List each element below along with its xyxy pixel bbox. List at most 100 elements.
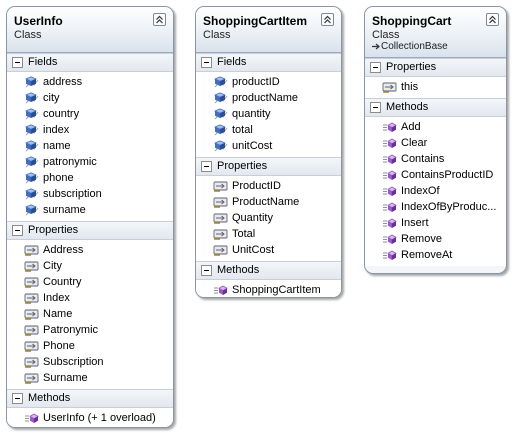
field-icon <box>213 92 229 105</box>
class-box-shoppingcartitem[interactable]: ShoppingCartItem Class Fields productID pr… <box>195 6 342 298</box>
method-name: IndexOf <box>401 185 440 197</box>
collapse-button[interactable] <box>153 13 166 26</box>
field-item[interactable]: country <box>7 106 173 122</box>
methods-section-header[interactable]: Methods <box>365 98 506 117</box>
field-item[interactable]: productID <box>196 74 341 90</box>
method-name: Insert <box>401 217 429 229</box>
property-item[interactable]: Address <box>7 242 173 258</box>
field-item[interactable]: quantity <box>196 106 341 122</box>
field-item[interactable]: phone <box>7 170 173 186</box>
property-item[interactable]: UnitCost <box>196 242 341 258</box>
class-kind: Class <box>372 29 400 41</box>
field-icon <box>213 140 229 153</box>
class-box-userinfo[interactable]: UserInfo Class Fields address city country i… <box>6 6 174 428</box>
fields-list: productID productName quantity total unitCos… <box>196 72 341 157</box>
method-item[interactable]: Add <box>365 119 506 135</box>
properties-list: this <box>365 77 506 98</box>
collapse-minus-icon[interactable] <box>12 57 23 68</box>
method-name: UserInfo (+ 1 overload) <box>43 412 156 424</box>
property-item[interactable]: Surname <box>7 370 173 386</box>
property-icon <box>213 180 229 193</box>
collapse-minus-icon[interactable] <box>201 57 212 68</box>
methods-section-label: Methods <box>217 264 260 276</box>
property-item[interactable]: this <box>365 79 506 95</box>
field-icon <box>213 124 229 137</box>
field-item[interactable]: patronymic <box>7 154 173 170</box>
property-item[interactable]: Quantity <box>196 210 341 226</box>
property-item[interactable]: ProductName <box>196 194 341 210</box>
method-item[interactable]: Contains <box>365 151 506 167</box>
field-icon <box>24 124 40 137</box>
method-name: ContainsProductID <box>401 169 494 181</box>
class-kind: Class <box>203 29 231 41</box>
method-item[interactable]: UserInfo (+ 1 overload) <box>7 410 173 426</box>
field-item[interactable]: city <box>7 90 173 106</box>
class-header[interactable]: ShoppingCart Class CollectionBase <box>365 7 506 58</box>
field-item[interactable]: productName <box>196 90 341 106</box>
field-name: index <box>43 124 70 136</box>
properties-section-header[interactable]: Properties <box>196 157 341 176</box>
collapse-minus-icon[interactable] <box>12 225 23 236</box>
property-item[interactable]: Total <box>196 226 341 242</box>
method-item[interactable]: Remove <box>365 231 506 247</box>
collapse-minus-icon[interactable] <box>201 265 212 276</box>
class-header[interactable]: ShoppingCartItem Class <box>196 7 341 53</box>
class-box-shoppingcart[interactable]: ShoppingCart Class CollectionBase Proper… <box>364 6 507 274</box>
field-name: productName <box>232 92 299 104</box>
property-name: Index <box>43 292 70 304</box>
property-item[interactable]: Name <box>7 306 173 322</box>
collapse-minus-icon[interactable] <box>201 161 212 172</box>
method-icon <box>213 284 229 297</box>
property-item[interactable]: ProductID <box>196 178 341 194</box>
method-item[interactable]: IndexOfByProduc... <box>365 199 506 215</box>
methods-section: Methods Add Clear Contains ContainsProductID… <box>365 98 506 266</box>
field-name: quantity <box>232 108 271 120</box>
field-name: phone <box>43 172 74 184</box>
field-item[interactable]: name <box>7 138 173 154</box>
fields-section-header[interactable]: Fields <box>7 53 173 72</box>
method-name: Clear <box>401 137 428 149</box>
field-item[interactable]: index <box>7 122 173 138</box>
field-icon <box>24 156 40 169</box>
property-item[interactable]: Phone <box>7 338 173 354</box>
class-header[interactable]: UserInfo Class <box>7 7 173 53</box>
collapse-button[interactable] <box>321 13 334 26</box>
class-name: UserInfo <box>14 14 63 28</box>
property-name: Name <box>43 308 73 320</box>
property-icon <box>24 292 40 305</box>
method-item[interactable]: IndexOf <box>365 183 506 199</box>
property-name: Address <box>43 244 84 256</box>
property-item[interactable]: Country <box>7 274 173 290</box>
properties-section-header[interactable]: Properties <box>7 221 173 240</box>
methods-section-header[interactable]: Methods <box>196 261 341 280</box>
method-item[interactable]: RemoveAt <box>365 247 506 263</box>
field-icon <box>213 108 229 121</box>
property-name: Total <box>232 228 256 240</box>
field-item[interactable]: address <box>7 74 173 90</box>
property-item[interactable]: City <box>7 258 173 274</box>
method-item[interactable]: ShoppingCartItem <box>196 282 341 297</box>
fields-section-header[interactable]: Fields <box>196 53 341 72</box>
property-item[interactable]: Index <box>7 290 173 306</box>
collapse-button[interactable] <box>486 13 499 26</box>
method-icon <box>382 137 398 150</box>
method-item[interactable]: Clear <box>365 135 506 151</box>
collapse-minus-icon[interactable] <box>370 102 381 113</box>
method-item[interactable]: ContainsProductID <box>365 167 506 183</box>
property-item[interactable]: Subscription <box>7 354 173 370</box>
methods-section-header[interactable]: Methods <box>7 389 173 408</box>
collapse-minus-icon[interactable] <box>12 393 23 404</box>
method-icon <box>382 249 398 262</box>
collapse-chevron-icon <box>324 15 331 24</box>
field-item[interactable]: surname <box>7 202 173 218</box>
collapse-minus-icon[interactable] <box>370 62 381 73</box>
field-item[interactable]: total <box>196 122 341 138</box>
method-name: ShoppingCartItem <box>232 284 321 296</box>
method-item[interactable]: Insert <box>365 215 506 231</box>
field-icon <box>24 188 40 201</box>
property-icon <box>382 81 398 94</box>
field-item[interactable]: unitCost <box>196 138 341 154</box>
properties-section-header[interactable]: Properties <box>365 58 506 77</box>
field-item[interactable]: subscription <box>7 186 173 202</box>
property-item[interactable]: Patronymic <box>7 322 173 338</box>
